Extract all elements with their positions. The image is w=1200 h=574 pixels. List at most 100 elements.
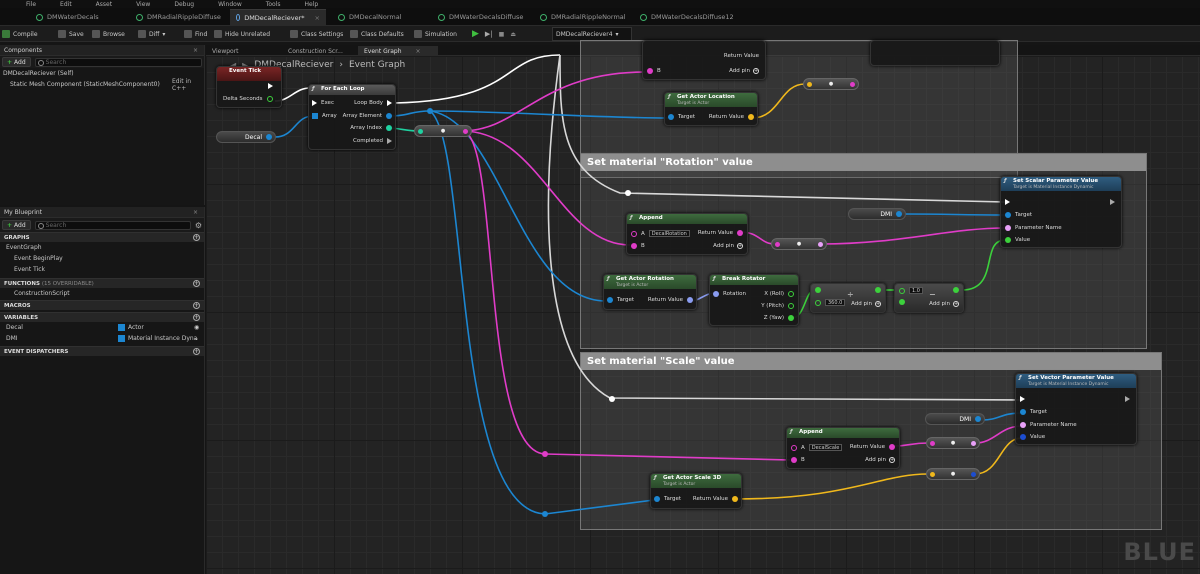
breadcrumb-graph[interactable]: Event Graph <box>349 60 405 70</box>
node-set-top-partial[interactable] <box>870 40 1000 66</box>
rotation-pin[interactable]: Rotation <box>713 291 746 297</box>
debug-object-select[interactable]: DMDecalReciever4 ▾ <box>552 27 632 41</box>
node-get-dmi[interactable]: DMI <box>925 413 985 425</box>
node-event-tick[interactable]: Event Tick Delta Seconds <box>216 66 282 108</box>
find-button[interactable]: Find <box>184 27 207 41</box>
variable-dmi[interactable]: DMI Material Instance Dyna ⌄ <box>0 333 204 344</box>
tab-event-graph[interactable]: Event Graph × <box>358 46 438 56</box>
play-icon[interactable]: ▶ <box>472 29 479 39</box>
variable-decal[interactable]: Decal Actor ◉ <box>0 322 204 333</box>
return-value-pin[interactable]: Return Value <box>648 297 693 303</box>
target-pin[interactable]: Target <box>1020 409 1047 415</box>
component-static-mesh[interactable]: Static Mesh Component (StaticMeshCompone… <box>0 78 204 92</box>
tab-viewport[interactable]: Viewport <box>206 46 245 56</box>
tab-construction-script[interactable]: Construction Scr... <box>282 46 349 56</box>
node-get-actor-rotation[interactable]: ƒ Get Actor Rotation Target is Actor Targe… <box>603 274 697 310</box>
menu-file[interactable]: File <box>26 1 36 8</box>
close-icon[interactable]: × <box>193 209 198 216</box>
tab-dmradialripplediffuse[interactable]: DMRadialRippleDiffuse <box>130 9 227 25</box>
parameter-name-pin[interactable]: Parameter Name <box>1020 422 1077 428</box>
array-pin[interactable]: Array <box>312 113 337 119</box>
a-value-input[interactable]: 1.0 <box>909 287 923 294</box>
a-pin[interactable]: 1.0 <box>899 287 923 294</box>
macros-category[interactable]: MACROS + <box>0 300 204 310</box>
node-set-scalar-parameter[interactable]: ƒ Set Scalar Parameter Value Target is Mat… <box>1000 176 1122 248</box>
tab-dmwaterdecalsdiffuse[interactable]: DMWaterDecalsDiffuse <box>432 9 529 25</box>
event-beginplay[interactable]: Event BeginPlay <box>0 253 204 264</box>
edit-in-cpp-link[interactable]: Edit in C++ <box>172 78 204 92</box>
exec-in-pin[interactable] <box>1020 396 1025 402</box>
simulation-button[interactable]: Simulation <box>414 27 457 41</box>
return-value-pin[interactable]: Return Value <box>693 496 738 502</box>
add-macro-icon[interactable]: + <box>193 302 200 309</box>
menu-asset[interactable]: Asset <box>96 1 112 8</box>
eye-icon[interactable]: ◉ <box>194 324 199 331</box>
a-pin[interactable]: A DecalRotation <box>631 230 690 237</box>
chevron-down-icon[interactable]: ⌄ <box>194 335 199 342</box>
menu-help[interactable]: Help <box>305 1 319 8</box>
exec-out-pin[interactable] <box>268 83 273 89</box>
object-pin-icon[interactable] <box>266 134 272 140</box>
compile-button[interactable]: Compile <box>2 27 38 41</box>
node-vector-to-color[interactable]: ● <box>926 468 980 480</box>
browse-button[interactable]: Browse <box>92 27 125 41</box>
add-member-button[interactable]: + Add <box>2 220 31 230</box>
node-append-rotation[interactable]: ƒ Append A DecalRotation B Return Value Ad… <box>626 213 748 255</box>
close-icon[interactable]: × <box>416 48 421 55</box>
add-dispatcher-icon[interactable]: + <box>193 348 200 355</box>
a-value-input[interactable]: DecalScale <box>808 444 843 451</box>
tab-dmwaterdecals[interactable]: DMWaterDecals <box>30 9 105 25</box>
return-value-pin[interactable]: Return Value <box>709 114 754 120</box>
close-icon[interactable]: × <box>315 14 320 22</box>
add-pin-button[interactable]: Add pin + <box>729 68 759 74</box>
menu-tools[interactable]: Tools <box>266 1 281 8</box>
menu-window[interactable]: Window <box>218 1 242 8</box>
diff-button[interactable]: Diff ▾ <box>138 27 165 41</box>
eject-icon[interactable]: ⏏ <box>510 31 516 38</box>
comment-title[interactable]: Set material "Rotation" value <box>581 154 1146 171</box>
tab-dmdecalnormal[interactable]: DMDecalNormal <box>332 9 408 25</box>
object-pin-icon[interactable] <box>975 416 981 422</box>
node-break-rotator[interactable]: ƒ Break Rotator Rotation X (Roll) Y (Pitc… <box>709 274 799 326</box>
target-pin[interactable]: Target <box>668 114 695 120</box>
node-get-actor-scale-3d[interactable]: ƒ Get Actor Scale 3D Target is Actor Targe… <box>650 473 742 509</box>
node-int-to-string[interactable]: ● <box>414 125 472 137</box>
a-value-input[interactable]: DecalRotation <box>648 230 690 237</box>
b-pin[interactable]: B <box>631 243 645 249</box>
add-variable-icon[interactable]: + <box>193 314 200 321</box>
node-for-each-loop[interactable]: ƒ For Each Loop Exec Array Loop Body Arra… <box>308 84 396 150</box>
tab-dmdecalreciever[interactable]: DMDecalReciever* × <box>230 9 326 25</box>
b-pin[interactable]: 360.0 <box>815 299 846 306</box>
node-set-vector-parameter[interactable]: ƒ Set Vector Parameter Value Target is Mat… <box>1015 373 1137 445</box>
delta-seconds-pin[interactable]: Delta Seconds <box>223 96 273 102</box>
result-pin[interactable] <box>875 287 881 293</box>
gear-icon[interactable]: ⚙ <box>195 221 202 230</box>
node-get-actor-location[interactable]: ƒ Get Actor Location Target is Actor Targe… <box>664 92 758 126</box>
return-value-pin[interactable]: Return Value <box>698 230 743 236</box>
menu-view[interactable]: View <box>136 1 150 8</box>
components-search-input[interactable]: Search <box>34 57 202 67</box>
add-graph-icon[interactable]: + <box>193 234 200 241</box>
comment-title[interactable]: Set material "Scale" value <box>581 353 1161 370</box>
node-subtract[interactable]: 1.0 − Add pin + <box>894 283 964 313</box>
array-element-pin[interactable]: Array Element <box>343 113 392 119</box>
b-pin[interactable] <box>899 299 905 305</box>
step-icon[interactable]: ▶| <box>485 30 493 38</box>
exec-out-pin[interactable] <box>1110 199 1115 205</box>
b-pin[interactable]: B <box>647 68 661 74</box>
return-value-pin[interactable]: Return Value <box>850 444 895 450</box>
function-constructionscript[interactable]: ConstructionScript <box>0 288 204 299</box>
class-defaults-button[interactable]: Class Defaults <box>350 27 404 41</box>
graphs-category[interactable]: GRAPHS + <box>0 232 204 242</box>
menu-edit[interactable]: Edit <box>60 1 72 8</box>
add-pin-button[interactable]: Add pin + <box>713 243 743 249</box>
result-pin[interactable] <box>953 287 959 293</box>
target-pin[interactable]: Target <box>654 496 681 502</box>
graph-eventgraph[interactable]: EventGraph <box>0 242 204 253</box>
b-pin[interactable]: B <box>791 457 805 463</box>
b-value-input[interactable]: 360.0 <box>825 299 846 306</box>
z-yaw-pin[interactable]: Z (Yaw) <box>764 315 794 321</box>
exec-in-pin[interactable] <box>1005 199 1010 205</box>
variables-category[interactable]: VARIABLES + <box>0 312 204 322</box>
node-get-dmi[interactable]: DMI <box>848 208 906 220</box>
